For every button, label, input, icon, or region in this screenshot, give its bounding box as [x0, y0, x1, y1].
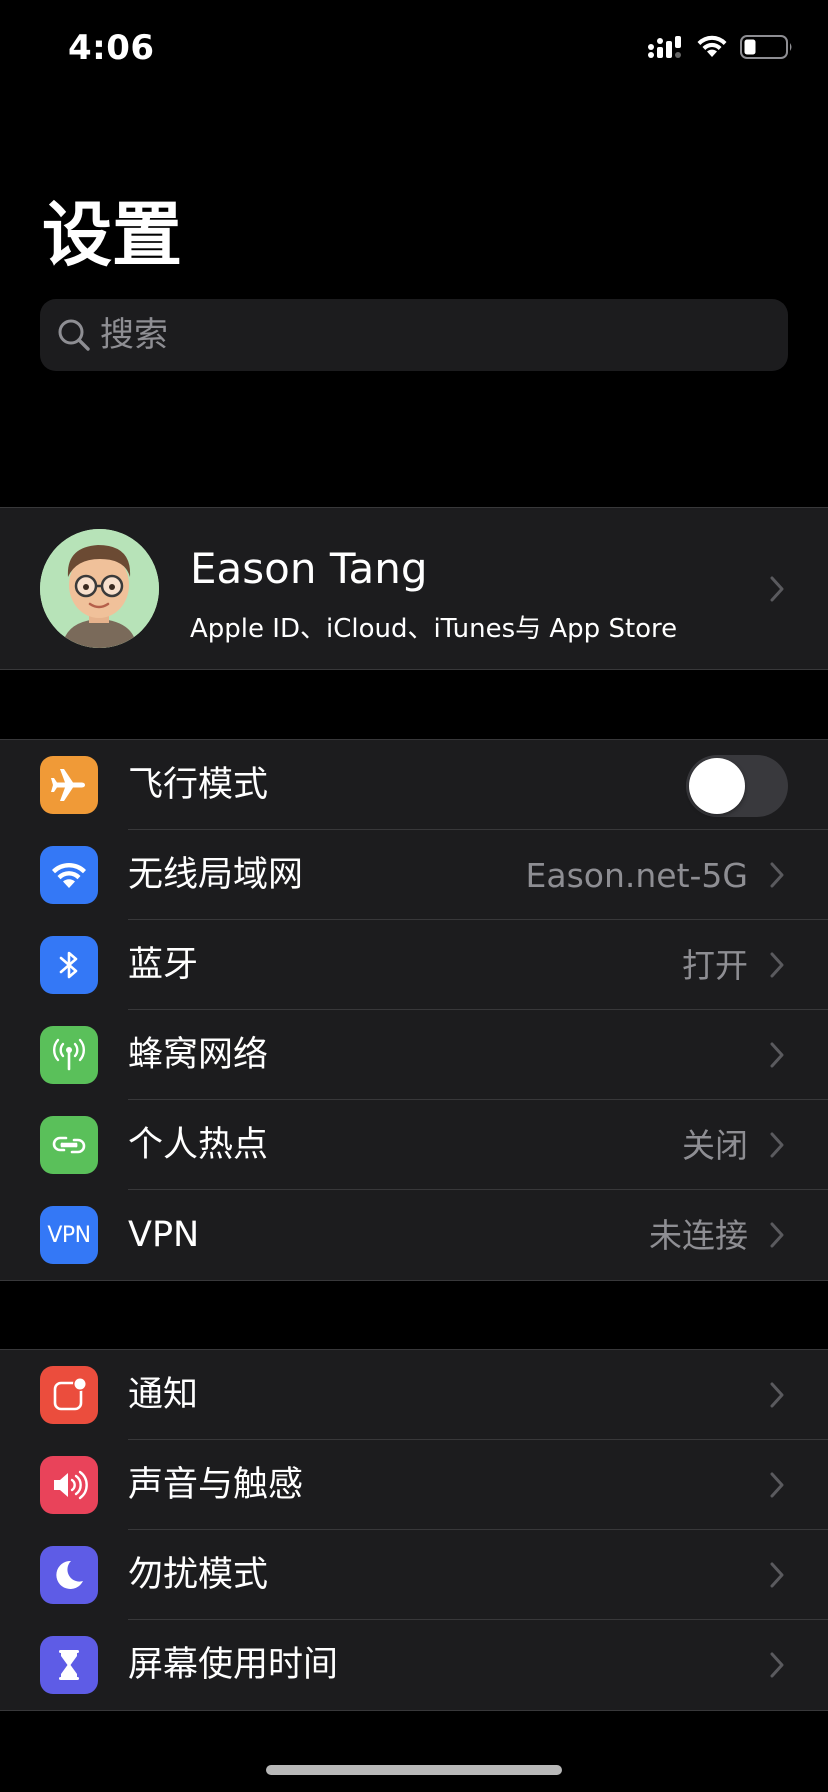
profile-name: Eason Tang [190, 544, 428, 593]
profile-subtitle: Apple ID、iCloud、iTunes与 App Store [190, 614, 678, 644]
wifi-row[interactable]: 无线局域网 Eason.net-5G [0, 830, 828, 920]
vpn-label: VPN [128, 1215, 200, 1255]
bluetooth-icon [40, 936, 98, 994]
vpn-icon: VPN [40, 1206, 98, 1264]
antenna-icon [40, 1026, 98, 1084]
chevron-right-icon [770, 952, 784, 978]
home-indicator[interactable] [266, 1765, 562, 1775]
chevron-right-icon [770, 1562, 784, 1588]
cellular-signal-icon [648, 35, 684, 63]
vpn-icon-text: VPN [47, 1222, 91, 1248]
hotspot-label: 个人热点 [128, 1125, 269, 1165]
airplane-icon [40, 756, 98, 814]
battery-icon [740, 34, 794, 64]
wifi-icon [40, 846, 98, 904]
do-not-disturb-label: 勿扰模式 [128, 1555, 269, 1595]
hotspot-value: 关闭 [682, 1126, 748, 1165]
vpn-value: 未连接 [649, 1216, 748, 1255]
bluetooth-label: 蓝牙 [128, 945, 199, 985]
notification-settings-group: 通知 声音与触感 勿扰模式 屏幕使用时间 [0, 1349, 828, 1711]
page-title: 设置 [42, 194, 182, 276]
network-settings-group: 飞行模式 无线局域网 Eason.net-5G 蓝牙 打开 蜂窝网络 个人热点 … [0, 739, 828, 1281]
wifi-value: Eason.net-5G [525, 856, 749, 895]
cellular-row[interactable]: 蜂窝网络 [0, 1010, 828, 1100]
chevron-right-icon [770, 1222, 784, 1248]
search-icon [56, 317, 92, 353]
moon-icon [40, 1546, 98, 1604]
sounds-row[interactable]: 声音与触感 [0, 1440, 828, 1530]
chevron-right-icon [770, 1382, 784, 1408]
chevron-right-icon [770, 862, 784, 888]
search-bar[interactable] [40, 299, 788, 371]
bluetooth-value: 打开 [682, 946, 748, 985]
status-icons [648, 34, 794, 64]
sounds-label: 声音与触感 [128, 1465, 304, 1505]
speaker-icon [40, 1456, 98, 1514]
vpn-row[interactable]: VPN VPN 未连接 [0, 1190, 828, 1280]
chevron-right-icon [770, 576, 784, 602]
status-time: 4:06 [68, 28, 155, 68]
profile-cell[interactable]: Eason Tang Apple ID、iCloud、iTunes与 App S… [0, 507, 828, 670]
bluetooth-row[interactable]: 蓝牙 打开 [0, 920, 828, 1010]
chevron-right-icon [770, 1042, 784, 1068]
chevron-right-icon [770, 1472, 784, 1498]
do-not-disturb-row[interactable]: 勿扰模式 [0, 1530, 828, 1620]
chevron-right-icon [770, 1652, 784, 1678]
notifications-label: 通知 [128, 1375, 199, 1415]
hourglass-icon [40, 1636, 98, 1694]
wifi-status-icon [696, 35, 728, 63]
airplane-mode-row[interactable]: 飞行模式 [0, 740, 828, 830]
chevron-right-icon [770, 1132, 784, 1158]
notifications-row[interactable]: 通知 [0, 1350, 828, 1440]
cellular-label: 蜂窝网络 [128, 1035, 269, 1075]
notification-icon [40, 1366, 98, 1424]
screen-time-row[interactable]: 屏幕使用时间 [0, 1620, 828, 1710]
hotspot-row[interactable]: 个人热点 关闭 [0, 1100, 828, 1190]
wifi-label: 无线局域网 [128, 855, 304, 895]
toggle-knob [689, 758, 745, 814]
status-bar: 4:06 [0, 0, 828, 100]
hotspot-icon [40, 1116, 98, 1174]
airplane-mode-label: 飞行模式 [128, 765, 269, 805]
airplane-mode-toggle[interactable] [686, 755, 788, 817]
avatar [40, 529, 159, 648]
screen-time-label: 屏幕使用时间 [128, 1645, 339, 1685]
search-input[interactable] [98, 314, 762, 356]
